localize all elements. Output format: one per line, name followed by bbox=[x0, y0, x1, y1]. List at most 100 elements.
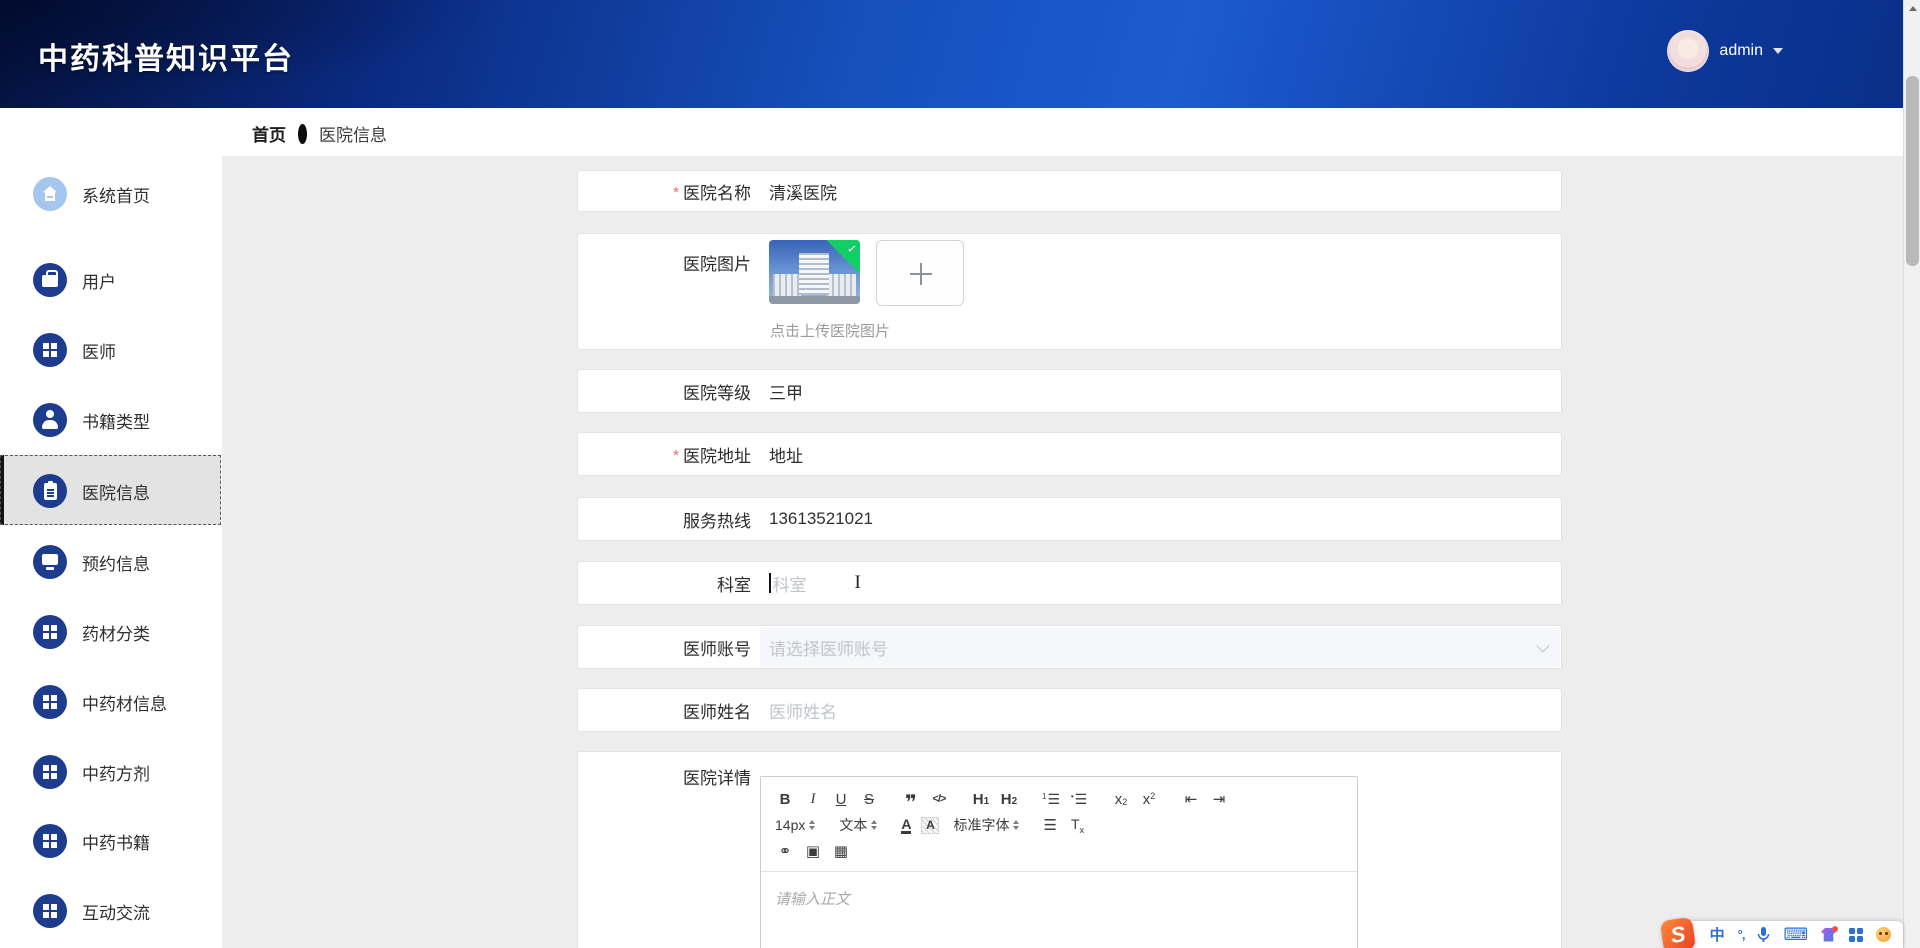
field-doctor-name: 医师姓名 医师姓名 bbox=[577, 688, 1562, 732]
building-art bbox=[799, 253, 829, 295]
underline-button[interactable]: U bbox=[831, 788, 851, 810]
required-mark: * bbox=[673, 183, 679, 201]
indent-button[interactable]: ⇥ bbox=[1209, 788, 1229, 810]
grid-icon bbox=[33, 755, 67, 789]
blockquote-button[interactable]: ❞ bbox=[901, 788, 921, 813]
field-hospital-level: 医院等级 三甲 bbox=[577, 369, 1562, 413]
strikethrough-button[interactable]: S bbox=[859, 788, 879, 810]
department-input[interactable]: 科室 bbox=[773, 571, 807, 596]
main-content: * 医院名称 清溪医院 医院图片 ✓ 点击上传医院图片 医院等级 三甲 * 医院… bbox=[222, 156, 1903, 948]
sidebar-item-label: 书籍类型 bbox=[82, 412, 150, 432]
breadcrumb-bar: 首页 医院信息 bbox=[222, 108, 1903, 156]
sidebar-item-label: 药材分类 bbox=[82, 624, 150, 644]
field-label: 服务热线 bbox=[683, 511, 751, 531]
superscript-button[interactable]: x2 bbox=[1139, 788, 1159, 810]
editor-toolbar: B I U S ❞ </> H1 H2 1 ☰ • ☰ x2 x 2 ⇤ ⇥ 1… bbox=[761, 777, 1357, 872]
user-menu[interactable]: admin bbox=[1667, 30, 1783, 72]
sidebar-item-hospital-info[interactable]: 医院信息 bbox=[0, 469, 222, 513]
font-family-select[interactable]: 标准字体 bbox=[953, 815, 1009, 835]
italic-button[interactable]: I bbox=[803, 788, 823, 810]
bold-button[interactable]: B bbox=[775, 788, 795, 810]
chevron-down-icon bbox=[1773, 48, 1783, 54]
editor-body[interactable]: 请输入正文 bbox=[761, 872, 1357, 925]
field-label: 科室 bbox=[717, 575, 751, 595]
sogou-logo-icon[interactable]: S bbox=[1659, 916, 1696, 948]
sidebar-item-appointment-info[interactable]: 预约信息 bbox=[0, 540, 222, 584]
chinese-mode-icon[interactable]: 中 bbox=[1710, 924, 1725, 945]
field-label: * 医院名称 bbox=[673, 183, 751, 203]
briefcase-icon bbox=[33, 263, 67, 297]
sidebar-item-interaction[interactable]: 互动交流 bbox=[0, 889, 222, 933]
align-button[interactable]: ☰ bbox=[1043, 816, 1056, 834]
field-label: * 医院地址 bbox=[673, 446, 751, 466]
sidebar-item-system-home[interactable]: 系统首页 bbox=[0, 172, 222, 216]
field-hospital-detail: 医院详情 B I U S ❞ </> H1 H2 1 ☰ • ☰ x 2 x 2… bbox=[577, 751, 1562, 948]
sidebar-item-herb-categories[interactable]: 药材分类 bbox=[0, 610, 222, 654]
sidebar-item-book-types[interactable]: 书籍类型 bbox=[0, 398, 222, 442]
heading2-button[interactable]: H2 bbox=[999, 788, 1019, 810]
upload-success-badge: ✓ bbox=[826, 240, 860, 274]
user-avatar[interactable] bbox=[1667, 30, 1710, 72]
sidebar-item-tcm-prescriptions[interactable]: 中药方剂 bbox=[0, 750, 222, 794]
skin-icon[interactable] bbox=[1821, 925, 1838, 942]
spinner-arrows-icon[interactable] bbox=[809, 819, 816, 831]
scrollbar-up-button[interactable] bbox=[1904, 0, 1920, 17]
sidebar-item-label: 系统首页 bbox=[82, 186, 150, 206]
grid-icon bbox=[33, 685, 67, 719]
hospital-address-input[interactable]: 地址 bbox=[769, 442, 803, 467]
punctuation-icon[interactable]: °, bbox=[1738, 927, 1746, 942]
sidebar-item-label: 中药书籍 bbox=[82, 833, 150, 853]
scrollbar[interactable] bbox=[1903, 0, 1920, 948]
scrollbar-thumb[interactable] bbox=[1906, 76, 1919, 266]
sidebar-item-label: 预约信息 bbox=[82, 554, 150, 574]
bullet-list-button[interactable]: • ☰ bbox=[1069, 788, 1089, 810]
hospital-name-input[interactable]: 清溪医院 bbox=[769, 179, 837, 204]
subscript-button[interactable]: x2 bbox=[1111, 788, 1131, 810]
grid-icon bbox=[33, 333, 67, 367]
sidebar-item-doctors[interactable]: 医师 bbox=[0, 328, 222, 372]
field-hospital-name: * 医院名称 清溪医院 bbox=[577, 170, 1562, 212]
sidebar-item-users[interactable]: 用户 bbox=[0, 258, 222, 302]
emoji-icon[interactable] bbox=[1876, 927, 1891, 942]
toolbox-grid-icon[interactable] bbox=[1849, 927, 1863, 942]
sidebar: 系统首页 用户 医师 书籍类型 医院信息 预约信息 药材分类 中药材信息 中药方… bbox=[0, 108, 222, 948]
check-icon: ✓ bbox=[846, 241, 858, 257]
field-department: 科室 科室 I bbox=[577, 561, 1562, 605]
clear-format-button[interactable]: Tx bbox=[1071, 816, 1084, 835]
background-color-button[interactable]: A bbox=[921, 816, 940, 834]
sidebar-item-label: 互动交流 bbox=[82, 903, 150, 923]
font-size-select[interactable]: 14px bbox=[775, 817, 805, 833]
hospital-image-thumbnail[interactable]: ✓ bbox=[769, 240, 860, 304]
breadcrumb-home[interactable]: 首页 bbox=[252, 121, 286, 146]
ordered-list-button[interactable]: 1 ☰ bbox=[1041, 788, 1061, 810]
ime-bar: S 中 °, ⌨ bbox=[1659, 916, 1903, 948]
heading1-button[interactable]: H1 bbox=[971, 788, 991, 810]
sidebar-item-tcm-books[interactable]: 中药书籍 bbox=[0, 819, 222, 863]
hospital-level-input[interactable]: 三甲 bbox=[769, 379, 803, 404]
monitor-icon bbox=[33, 545, 67, 579]
upload-hint: 点击上传医院图片 bbox=[770, 323, 891, 340]
keyboard-icon[interactable]: ⌨ bbox=[1783, 925, 1808, 945]
link-button[interactable]: ⚭ bbox=[775, 840, 795, 862]
ibeam-cursor: I bbox=[854, 572, 861, 593]
text-color-button[interactable]: A bbox=[901, 817, 912, 834]
sidebar-item-label: 用户 bbox=[82, 272, 116, 292]
add-image-button[interactable] bbox=[876, 240, 965, 306]
microphone-icon[interactable] bbox=[1757, 926, 1770, 943]
ime-toolbar: S 中 °, ⌨ bbox=[1659, 916, 1903, 948]
breadcrumb: 首页 医院信息 bbox=[252, 121, 387, 146]
doctor-name-input[interactable]: 医师姓名 bbox=[769, 698, 837, 723]
spinner-arrows-icon[interactable] bbox=[1013, 819, 1020, 831]
video-button[interactable]: ▦ bbox=[831, 840, 851, 862]
paragraph-style-select[interactable]: 文本 bbox=[839, 815, 867, 835]
doctor-account-select[interactable]: 请选择医师账号 bbox=[760, 627, 1560, 667]
person-icon bbox=[33, 403, 67, 437]
code-block-button[interactable]: </> bbox=[929, 788, 949, 810]
service-hotline-input[interactable]: 13613521021 bbox=[769, 509, 873, 529]
building-art bbox=[826, 274, 856, 296]
outdent-button[interactable]: ⇤ bbox=[1181, 788, 1201, 810]
image-button[interactable]: ▣ bbox=[803, 840, 823, 862]
sidebar-item-herb-info[interactable]: 中药材信息 bbox=[0, 680, 222, 724]
field-doctor-account: 医师账号 请选择医师账号 bbox=[577, 625, 1562, 669]
spinner-arrows-icon[interactable] bbox=[871, 819, 878, 831]
